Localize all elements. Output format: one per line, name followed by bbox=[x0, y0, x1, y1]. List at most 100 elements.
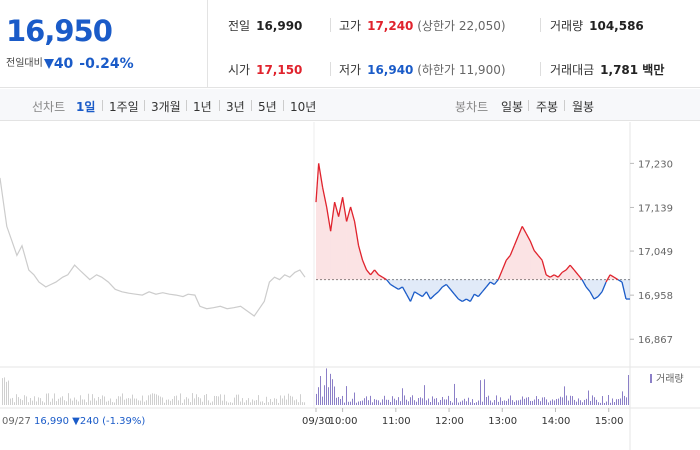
volume-bar bbox=[532, 400, 533, 405]
volume-bar bbox=[300, 394, 301, 405]
volume-bar bbox=[46, 393, 47, 405]
volume-bar bbox=[148, 395, 149, 405]
volume-bar bbox=[444, 399, 445, 405]
volume-bar bbox=[588, 390, 589, 405]
stat-value: 17,240 bbox=[367, 19, 414, 33]
stat-label: 시가 bbox=[228, 63, 251, 77]
volume-bar bbox=[468, 397, 469, 405]
price-chart[interactable]: 17,230 17,139 17,049 16,958 16,867 09/3010:0… bbox=[0, 122, 700, 450]
volume-bar bbox=[246, 400, 247, 405]
volume-bar bbox=[332, 379, 333, 405]
volume-bar bbox=[4, 377, 5, 405]
candle-daily[interactable]: 일봉 bbox=[501, 98, 523, 115]
volume-bar bbox=[456, 398, 457, 405]
x-axis: 09/3010:00 11:00 12:00 13:00 14:00 15:00 bbox=[302, 408, 624, 427]
period-10y[interactable]: 10년 bbox=[290, 98, 316, 115]
volume-bar bbox=[556, 399, 557, 405]
volume-bar bbox=[516, 400, 517, 405]
volume-bar bbox=[114, 402, 115, 405]
volume-bar bbox=[284, 395, 285, 405]
volume-bar bbox=[172, 399, 173, 405]
volume-bar bbox=[474, 402, 475, 405]
volume-bar bbox=[338, 396, 339, 405]
period-1y[interactable]: 1년 bbox=[193, 98, 212, 115]
volume-bar bbox=[316, 393, 317, 405]
volume-bar bbox=[152, 393, 153, 405]
volume-bar bbox=[364, 398, 365, 405]
volume-bar bbox=[232, 402, 233, 405]
volume-bar bbox=[396, 400, 397, 405]
change-label: 전일대비 bbox=[6, 58, 43, 69]
candle-monthly[interactable]: 월봉 bbox=[572, 98, 594, 115]
volume-bar bbox=[442, 396, 443, 405]
volume-bar bbox=[74, 397, 75, 405]
stat-high: 고가 17,240 (상한가 22,050) bbox=[339, 17, 506, 34]
volume-bar bbox=[520, 399, 521, 405]
stat-value: 16,940 bbox=[367, 63, 414, 77]
volume-bar bbox=[558, 398, 559, 405]
volume-bar bbox=[606, 401, 607, 405]
volume-bar bbox=[574, 399, 575, 405]
period-1w[interactable]: 1주일 bbox=[109, 98, 139, 115]
volume-bar bbox=[592, 395, 593, 405]
volume-bar bbox=[154, 393, 155, 405]
stat-note: (하한가 11,900) bbox=[417, 63, 506, 77]
volume-bar bbox=[394, 398, 395, 405]
volume-bar bbox=[192, 393, 193, 405]
volume-bar bbox=[570, 395, 571, 405]
volume-bar bbox=[504, 400, 505, 405]
volume-bar bbox=[522, 396, 523, 405]
volume-bar bbox=[272, 401, 273, 405]
volume-bar bbox=[138, 400, 139, 405]
volume-bar bbox=[412, 395, 413, 405]
period-3m[interactable]: 3개월 bbox=[151, 98, 181, 115]
volume-bar bbox=[38, 397, 39, 405]
volume-bar bbox=[136, 398, 137, 405]
volume-bar bbox=[510, 395, 511, 405]
divider bbox=[144, 100, 145, 111]
volume-bar bbox=[302, 402, 303, 405]
volume-bar bbox=[370, 395, 371, 405]
volume-bar bbox=[496, 395, 497, 405]
volume-bar bbox=[508, 398, 509, 405]
volume-bar bbox=[526, 397, 527, 405]
volume-bar bbox=[18, 397, 19, 405]
period-5y[interactable]: 5년 bbox=[258, 98, 277, 115]
volume-bar bbox=[428, 398, 429, 405]
volume-bar bbox=[354, 392, 355, 405]
volume-bar bbox=[430, 402, 431, 405]
volume-bar bbox=[304, 402, 305, 405]
volume-bar bbox=[582, 402, 583, 405]
volume-bar bbox=[506, 400, 507, 405]
candle-weekly[interactable]: 주봉 bbox=[536, 98, 558, 115]
volume-bar bbox=[288, 393, 289, 405]
volume-bar bbox=[202, 401, 203, 405]
volume-bar bbox=[230, 402, 231, 405]
period-1d[interactable]: 1일 bbox=[76, 98, 95, 115]
volume-bar bbox=[460, 401, 461, 405]
volume-bar bbox=[502, 401, 503, 405]
volume-bar bbox=[410, 397, 411, 405]
volume-bar bbox=[568, 400, 569, 405]
volume-bar bbox=[68, 393, 69, 405]
stat-value: 16,990 bbox=[256, 19, 303, 33]
volume-bar bbox=[512, 400, 513, 405]
change-row: 전일대비 40 -0.24% bbox=[6, 54, 134, 72]
volume-bar bbox=[538, 399, 539, 405]
volume-bar bbox=[200, 398, 201, 405]
volume-bar bbox=[598, 402, 599, 405]
volume-bar bbox=[346, 386, 347, 405]
volume-bar bbox=[214, 395, 215, 405]
volume-bar bbox=[196, 394, 197, 405]
volume-bar bbox=[210, 402, 211, 405]
period-3y[interactable]: 3년 bbox=[226, 98, 245, 115]
volume-bar bbox=[320, 376, 321, 405]
volume-bar bbox=[164, 402, 165, 405]
volume-bar bbox=[366, 396, 367, 405]
volume-bar bbox=[462, 400, 463, 405]
prev-day-line bbox=[0, 177, 306, 317]
volume-bar bbox=[126, 398, 127, 405]
volume-bar bbox=[248, 398, 249, 405]
volume-bar bbox=[348, 401, 349, 405]
volume-bar bbox=[44, 402, 45, 405]
